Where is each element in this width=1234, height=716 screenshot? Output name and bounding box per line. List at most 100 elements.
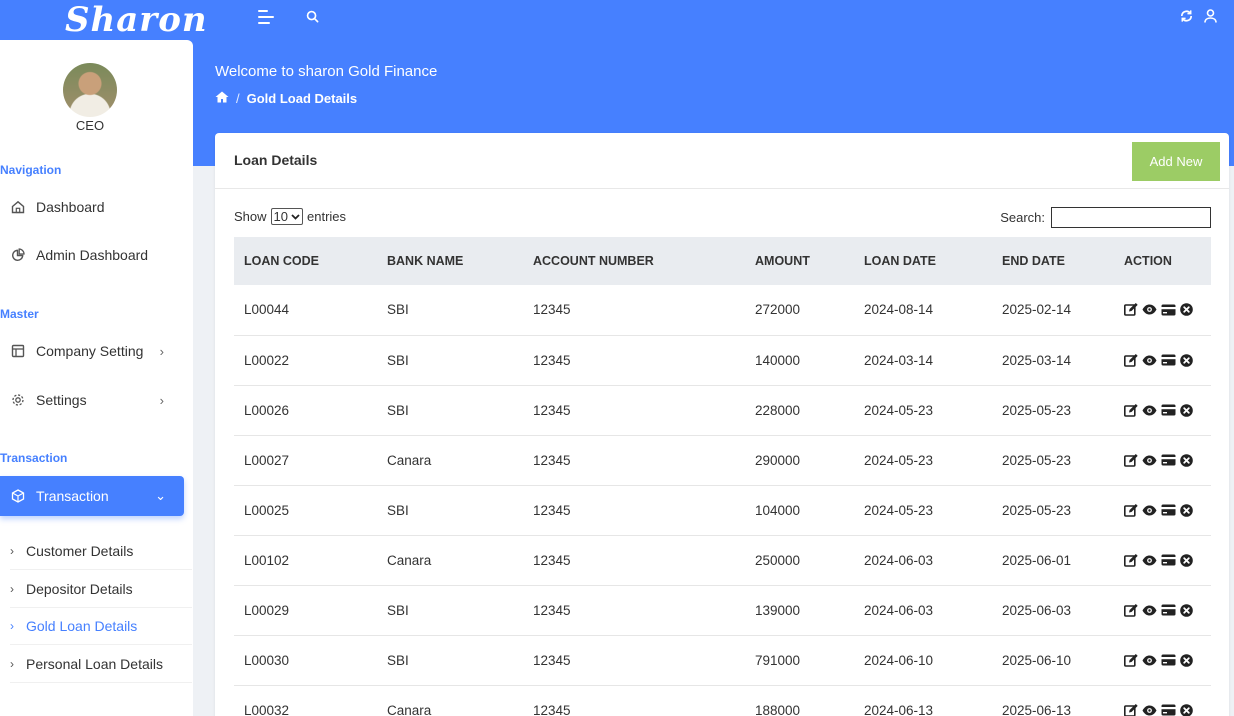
delete-icon[interactable] xyxy=(1180,653,1193,667)
credit-card-icon[interactable] xyxy=(1161,604,1176,616)
loan-code-cell: L00030 xyxy=(244,652,290,668)
delete-icon[interactable] xyxy=(1180,353,1193,367)
chevron-right-icon: › xyxy=(10,656,14,671)
table-row: L00026 SBI 12345 228000 2024-05-23 2025-05-23 xyxy=(234,385,1211,435)
credit-card-icon[interactable] xyxy=(1161,554,1176,566)
sidebar-subitem-customer-details[interactable]: › Customer Details xyxy=(10,532,192,570)
table-row: L00029 SBI 12345 139000 2024-06-03 2025-06-03 xyxy=(234,585,1211,635)
credit-card-icon[interactable] xyxy=(1161,454,1176,466)
edit-icon[interactable] xyxy=(1124,703,1138,716)
sidebar-item-label: Dashboard xyxy=(36,199,105,215)
sidebar-item-company-setting[interactable]: Company Setting › xyxy=(10,331,182,371)
delete-icon[interactable] xyxy=(1180,703,1193,716)
table-row: L00027 Canara 12345 290000 2024-05-23 2025-05… xyxy=(234,435,1211,485)
view-icon[interactable] xyxy=(1142,304,1157,315)
column-header[interactable]: ACCOUNT NUMBER xyxy=(523,237,745,285)
loan-date-cell: 2024-06-13 xyxy=(864,702,934,716)
sidebar-item-label: Admin Dashboard xyxy=(36,247,149,263)
chevron-right-icon: › xyxy=(159,392,164,408)
sidebar-subitem-gold-loan-details[interactable]: › Gold Loan Details xyxy=(10,607,192,645)
edit-icon[interactable] xyxy=(1124,303,1138,317)
sidebar-item-settings[interactable]: Settings › xyxy=(10,380,182,420)
loan-date-cell: 2024-05-23 xyxy=(864,502,934,518)
sidebar-subitem-personal-loan-details[interactable]: › Personal Loan Details xyxy=(10,645,192,683)
user-icon[interactable] xyxy=(1204,9,1217,26)
view-icon[interactable] xyxy=(1142,455,1157,466)
delete-icon[interactable] xyxy=(1180,403,1193,417)
edit-icon[interactable] xyxy=(1124,653,1138,667)
end-date-cell: 2025-05-23 xyxy=(1002,452,1072,468)
credit-card-icon[interactable] xyxy=(1161,504,1176,516)
loan-code-cell: L00027 xyxy=(244,452,290,468)
amount-cell: 228000 xyxy=(755,402,801,418)
column-header[interactable]: BANK NAME xyxy=(377,237,523,285)
view-icon[interactable] xyxy=(1142,605,1157,616)
edit-icon[interactable] xyxy=(1124,503,1138,517)
sidebar: CEO Navigation Dashboard Admin Dashboard… xyxy=(0,40,193,716)
view-icon[interactable] xyxy=(1142,355,1157,366)
column-header[interactable]: END DATE xyxy=(992,237,1114,285)
edit-icon[interactable] xyxy=(1124,353,1138,367)
action-cell xyxy=(1114,335,1211,385)
credit-card-icon[interactable] xyxy=(1161,404,1176,416)
view-icon[interactable] xyxy=(1142,655,1157,666)
chevron-right-icon: › xyxy=(10,618,14,633)
delete-icon[interactable] xyxy=(1180,303,1193,317)
home-icon[interactable] xyxy=(215,91,229,106)
chevron-down-icon xyxy=(291,213,300,220)
bank-name-cell: SBI xyxy=(387,302,409,318)
view-icon[interactable] xyxy=(1142,505,1157,516)
delete-icon[interactable] xyxy=(1180,503,1193,517)
loan-date-cell: 2024-03-14 xyxy=(864,352,934,368)
card-title: Loan Details xyxy=(234,152,318,168)
loan-date-cell: 2024-08-14 xyxy=(864,302,934,318)
sidebar-item-transaction[interactable]: Transaction ⌄ xyxy=(0,476,184,516)
loan-date-cell: 2024-06-03 xyxy=(864,602,934,618)
bank-name-cell: SBI xyxy=(387,652,409,668)
delete-icon[interactable] xyxy=(1180,603,1193,617)
amount-cell: 139000 xyxy=(755,602,801,618)
view-icon[interactable] xyxy=(1142,405,1157,416)
menu-toggle-icon[interactable] xyxy=(258,10,274,24)
refresh-icon[interactable] xyxy=(1179,9,1194,26)
delete-icon[interactable] xyxy=(1180,453,1193,467)
edit-icon[interactable] xyxy=(1124,453,1138,467)
credit-card-icon[interactable] xyxy=(1161,354,1176,366)
sidebar-item-dashboard[interactable]: Dashboard xyxy=(10,187,182,227)
entries-select[interactable]: 10 xyxy=(270,208,303,225)
search-label: Search: xyxy=(1000,210,1045,225)
edit-icon[interactable] xyxy=(1124,553,1138,567)
loan-code-cell: L00032 xyxy=(244,702,290,716)
table-search: Search: xyxy=(1000,207,1211,228)
column-header[interactable]: AMOUNT xyxy=(745,237,854,285)
loan-code-cell: L00025 xyxy=(244,502,290,518)
bank-name-cell: SBI xyxy=(387,502,409,518)
table-row: L00025 SBI 12345 104000 2024-05-23 2025-05-23 xyxy=(234,485,1211,535)
sidebar-subitem-label: Customer Details xyxy=(26,542,134,559)
column-header[interactable]: LOAN DATE xyxy=(854,237,992,285)
account-number-cell: 12345 xyxy=(533,452,571,468)
view-icon[interactable] xyxy=(1142,705,1157,716)
account-number-cell: 12345 xyxy=(533,502,571,518)
credit-card-icon[interactable] xyxy=(1161,304,1176,316)
amount-cell: 104000 xyxy=(755,502,801,518)
delete-icon[interactable] xyxy=(1180,553,1193,567)
chevron-right-icon: › xyxy=(10,543,14,558)
sidebar-subitem-depositor-details[interactable]: › Depositor Details xyxy=(10,570,192,608)
search-input[interactable] xyxy=(1051,207,1211,228)
column-header[interactable]: LOAN CODE xyxy=(234,237,377,285)
edit-icon[interactable] xyxy=(1124,603,1138,617)
add-new-button[interactable]: Add New xyxy=(1132,142,1220,181)
action-cell xyxy=(1114,435,1211,485)
sidebar-subitem-label: Gold Loan Details xyxy=(26,617,138,634)
table-row: L00102 Canara 12345 250000 2024-06-03 2025-06… xyxy=(234,535,1211,585)
view-icon[interactable] xyxy=(1142,555,1157,566)
edit-icon[interactable] xyxy=(1124,403,1138,417)
credit-card-icon[interactable] xyxy=(1161,654,1176,666)
entries-length-control: Show 10 entries xyxy=(234,208,346,225)
search-icon[interactable] xyxy=(306,10,319,26)
sidebar-item-admin-dashboard[interactable]: Admin Dashboard xyxy=(10,235,182,275)
table-header-row: LOAN CODE BANK NAME ACCOUNT NUMBER AMOUN… xyxy=(234,237,1211,285)
credit-card-icon[interactable] xyxy=(1161,704,1176,716)
avatar[interactable] xyxy=(63,63,117,117)
